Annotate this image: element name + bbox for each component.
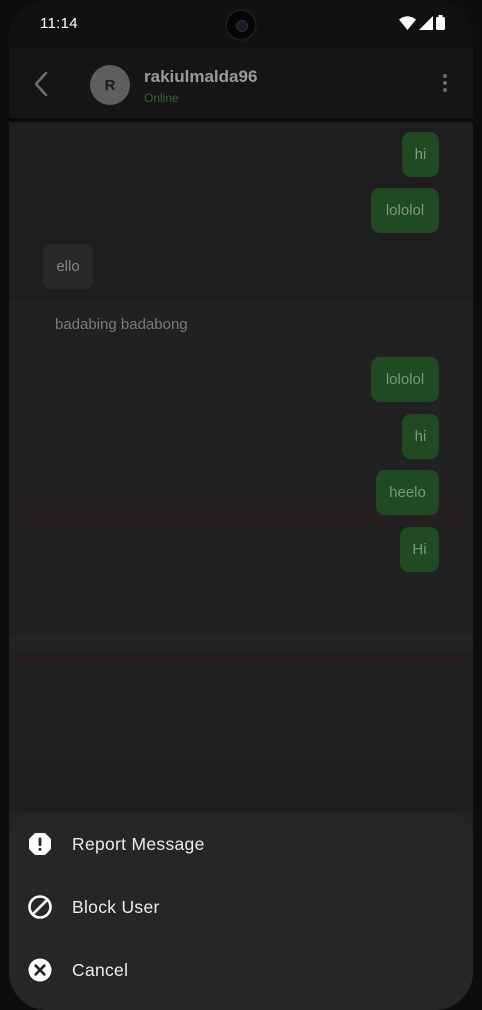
block-icon <box>28 895 52 919</box>
message-text-incoming[interactable]: badabing badabong <box>55 316 188 333</box>
message-bubble-outgoing[interactable]: hi <box>402 132 439 177</box>
screen: 11:14 R rakiulmalda96 Online hi lololol … <box>9 0 473 1010</box>
report-message-label: Report Message <box>72 833 205 854</box>
device-frame: 11:14 R rakiulmalda96 Online hi lololol … <box>0 0 482 1010</box>
message-bubble-outgoing[interactable]: lololol <box>371 357 439 402</box>
message-bubble-outgoing[interactable]: Hi <box>400 527 439 572</box>
message-bubble-outgoing[interactable]: heelo <box>376 470 439 515</box>
status-icons <box>399 15 445 30</box>
status-time: 11:14 <box>40 15 78 32</box>
message-bubble-outgoing[interactable]: hi <box>402 414 439 459</box>
chat-username[interactable]: rakiulmalda96 <box>144 67 257 87</box>
report-message-option[interactable]: Report Message <box>27 824 447 864</box>
cancel-label: Cancel <box>72 959 129 980</box>
alert-octagon-icon <box>29 833 51 855</box>
battery-icon <box>436 15 445 30</box>
highlight-band <box>9 652 473 664</box>
status-bar: 11:14 <box>9 0 473 48</box>
message-bubble-outgoing[interactable]: lololol <box>371 188 439 233</box>
message-list[interactable]: hi lololol ello badabing badabong lololo… <box>9 122 473 812</box>
back-arrow-icon[interactable] <box>29 70 53 98</box>
more-options-icon[interactable] <box>440 74 450 96</box>
close-circle-icon <box>28 958 52 982</box>
chat-header: R rakiulmalda96 Online <box>9 48 473 118</box>
front-camera <box>225 9 257 41</box>
block-user-label: Block User <box>72 896 160 917</box>
wifi-icon <box>399 15 416 30</box>
block-user-option[interactable]: Block User <box>27 887 447 927</box>
presence-status: Online <box>144 91 179 105</box>
cancel-option[interactable]: Cancel <box>27 950 447 990</box>
message-action-sheet: Report Message Block User Cancel <box>9 813 473 1010</box>
message-bubble-incoming[interactable]: ello <box>43 244 93 289</box>
avatar[interactable]: R <box>90 65 130 105</box>
signal-icon <box>419 15 433 30</box>
highlight-band <box>9 636 473 650</box>
